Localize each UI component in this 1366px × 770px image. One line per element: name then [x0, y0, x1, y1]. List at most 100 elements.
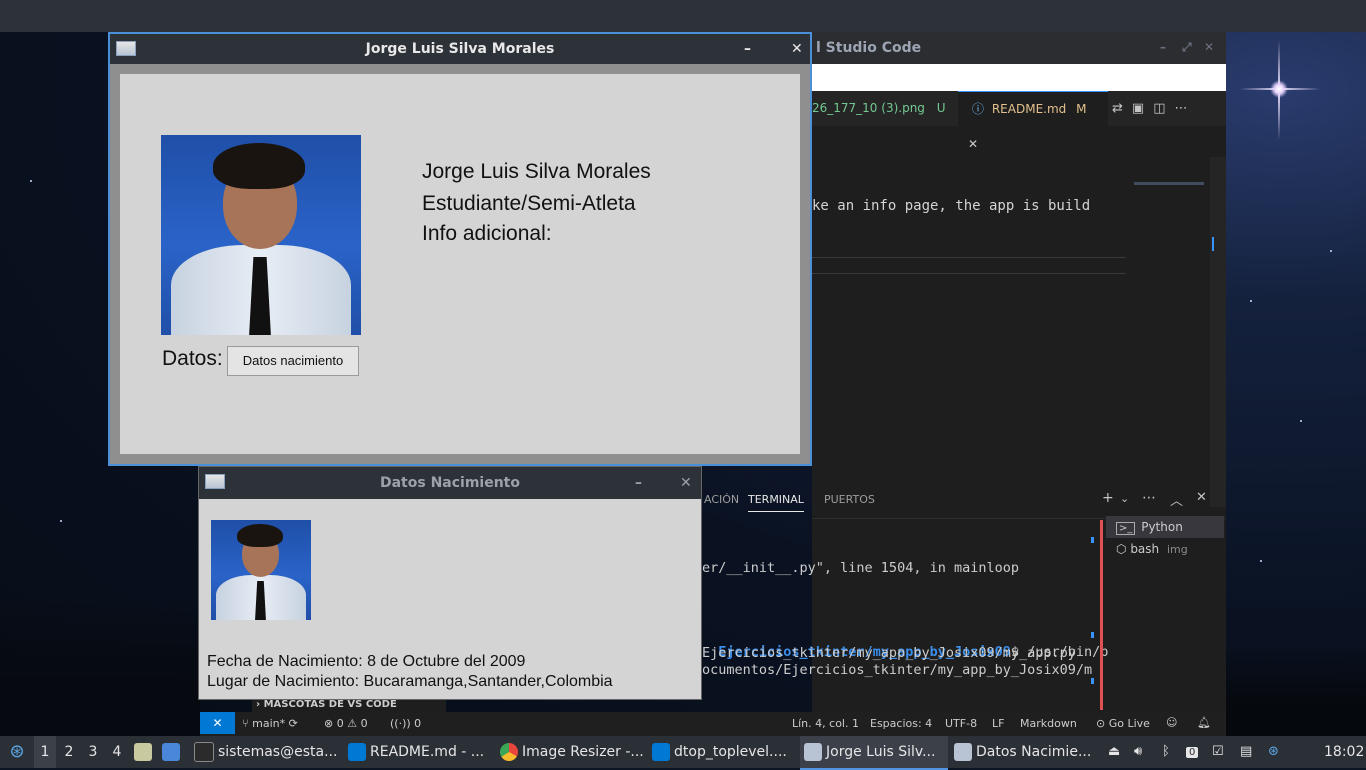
remote-button[interactable]: ✕	[200, 712, 235, 734]
new-terminal-icon[interactable]: +	[1102, 490, 1114, 506]
sidebar-section-header[interactable]: › MASCOTAS DE VS CODE	[252, 699, 446, 712]
workspace-1[interactable]: 1	[34, 736, 56, 768]
task-terminal[interactable]: sistemas@esta...	[194, 736, 340, 768]
star-dot	[1260, 560, 1262, 562]
minimize-icon[interactable]: –	[635, 467, 642, 499]
go-live-label: Go Live	[1108, 717, 1150, 730]
battery-indicator[interactable]: 0	[1186, 736, 1199, 768]
problems-indicator[interactable]: ⊗ 0 ⚠ 0	[324, 717, 368, 730]
sync-icon[interactable]: ⟳	[289, 717, 298, 730]
close-panel-icon[interactable]: ✕	[1196, 490, 1207, 505]
window-icon	[205, 474, 225, 489]
person-role: Estudiante/Semi-Atleta	[422, 192, 636, 215]
clock[interactable]: 18:02	[1324, 736, 1364, 768]
eject-icon[interactable]: ⏏	[1108, 736, 1120, 768]
minimize-icon[interactable]: –	[744, 34, 751, 64]
person-name: Jorge Luis Silva Morales	[422, 160, 651, 183]
checkbox-icon[interactable]: ☑	[1212, 736, 1224, 768]
file-manager-icon[interactable]	[134, 736, 156, 768]
datos-nacimiento-button[interactable]: Datos nacimiento	[227, 346, 359, 376]
ports-count: 0	[414, 717, 422, 730]
tab-ports[interactable]: PUERTOS	[824, 493, 875, 506]
start-menu-icon[interactable]: ⊛	[6, 736, 28, 768]
close-tab-icon[interactable]: ✕	[968, 137, 978, 151]
folder-icon	[134, 743, 152, 761]
task-main-window[interactable]: Jorge Luis Silv...	[800, 736, 948, 770]
workspace-3[interactable]: 3	[82, 736, 104, 768]
editor-scrollbar[interactable]	[1210, 157, 1226, 507]
tab-terminal[interactable]: TERMINAL	[748, 493, 804, 512]
tab-output[interactable]: ACIÓN	[704, 493, 739, 506]
eol[interactable]: LF	[992, 717, 1004, 730]
command-center-bar[interactable]	[812, 64, 1226, 91]
terminal-item-bash[interactable]: ⬡ bash img	[1106, 538, 1224, 560]
accounts-icon[interactable]: ☺	[1166, 716, 1177, 729]
profile-photo	[161, 135, 361, 335]
language-mode[interactable]: Markdown	[1020, 717, 1077, 730]
editor-line[interactable]: ke an info page, the app is build	[812, 198, 1090, 214]
task-vscode-readme[interactable]: README.md - ...	[348, 736, 494, 768]
main-window-titlebar[interactable]: Jorge Luis Silva Morales – ✕	[110, 34, 810, 64]
go-live-button[interactable]: ⊙ Go Live	[1096, 717, 1150, 730]
terminal-item-label: bash	[1130, 542, 1160, 556]
vscode-titlebar[interactable]: l Studio Code – ⤢ ✕	[812, 32, 1226, 64]
divider	[812, 273, 1126, 274]
task-label: Datos Nacimie...	[976, 744, 1092, 760]
editor-tabs: 26_177_10 (3).png U ⓘ README.md M ✕ ⇄▣◫⋯	[812, 91, 1226, 151]
preview-icon[interactable]: ▣	[1132, 101, 1153, 116]
network-icon[interactable]: ⊛	[1268, 736, 1279, 768]
window-icon	[116, 41, 136, 56]
task-birth-window[interactable]: Datos Nacimie...	[954, 736, 1100, 768]
bluetooth-icon[interactable]: ᛒ	[1162, 736, 1170, 768]
more-icon[interactable]: ⋯	[1142, 490, 1156, 506]
editor-actions[interactable]: ⇄▣◫⋯	[1112, 101, 1197, 116]
maximize-icon[interactable]: ⤢	[1182, 40, 1192, 55]
branch-label: main*	[252, 717, 286, 730]
birth-window-titlebar[interactable]: Datos Nacimiento – ✕	[199, 467, 701, 499]
more-icon[interactable]: ⋯	[1175, 101, 1197, 116]
window-app-icon	[954, 743, 972, 761]
compare-icon[interactable]: ⇄	[1112, 101, 1132, 116]
chevron-right-icon: ›	[256, 699, 261, 710]
tab-readme[interactable]: ⓘ README.md M ✕	[958, 91, 1108, 151]
window-title: Datos Nacimiento	[379, 475, 520, 491]
workspace-4[interactable]: 4	[106, 736, 128, 768]
main-window[interactable]: Jorge Luis Silva Morales – ✕ Jorge Luis …	[108, 32, 812, 466]
branch-indicator[interactable]: ⑂ main* ⟳	[242, 717, 298, 730]
content-frame: Jorge Luis Silva Morales Estudiante/Semi…	[120, 74, 800, 454]
close-icon[interactable]: ✕	[791, 34, 803, 64]
minimap[interactable]	[1134, 182, 1204, 185]
minimize-icon[interactable]: –	[1160, 40, 1166, 54]
maximize-panel-icon[interactable]: ︿	[1170, 490, 1183, 509]
battery-badge: 0	[1186, 747, 1199, 758]
bell-icon[interactable]: 🔔︎	[1197, 716, 1211, 729]
star-dot	[30, 180, 32, 182]
show-desktop-icon[interactable]	[162, 736, 184, 768]
split-editor-icon[interactable]: ◫	[1153, 101, 1174, 116]
taskbar: ⊛ 1 2 3 4 sistemas@esta... README.md - .…	[0, 736, 1366, 770]
tab-png[interactable]: 26_177_10 (3).png U	[812, 91, 956, 126]
terminal-item-python[interactable]: >_ Python	[1106, 516, 1224, 538]
task-vscode-toplevel[interactable]: dtop_toplevel....	[652, 736, 798, 768]
vscode-title: l Studio Code	[816, 40, 922, 56]
desktop-icon	[162, 743, 180, 761]
window-app-icon	[804, 743, 822, 761]
scroll-marker	[1091, 678, 1094, 684]
display-icon[interactable]: ▤	[1240, 736, 1252, 768]
task-label: sistemas@esta...	[218, 744, 338, 760]
ports-indicator[interactable]: ((·)) 0	[390, 717, 421, 730]
task-chrome[interactable]: Image Resizer -...	[500, 736, 646, 768]
encoding[interactable]: UTF-8	[945, 717, 977, 730]
close-icon[interactable]: ✕	[1204, 40, 1214, 54]
terminal-item-detail: img	[1166, 543, 1188, 556]
close-icon[interactable]: ✕	[680, 467, 692, 499]
window-title: Jorge Luis Silva Morales	[365, 41, 555, 57]
chevron-down-icon[interactable]: ⌄	[1120, 492, 1129, 505]
workspace-2[interactable]: 2	[58, 736, 80, 768]
indentation[interactable]: Espacios: 4	[870, 717, 932, 730]
cursor-position[interactable]: Lín. 4, col. 1	[792, 717, 859, 730]
task-label: Image Resizer -...	[522, 744, 644, 760]
volume-icon[interactable]: 🔊︎	[1134, 736, 1142, 768]
broadcast-icon: ⊙	[1096, 717, 1106, 730]
birth-data-window[interactable]: Datos Nacimiento – ✕ Fecha de Nacimiento…	[198, 466, 702, 700]
